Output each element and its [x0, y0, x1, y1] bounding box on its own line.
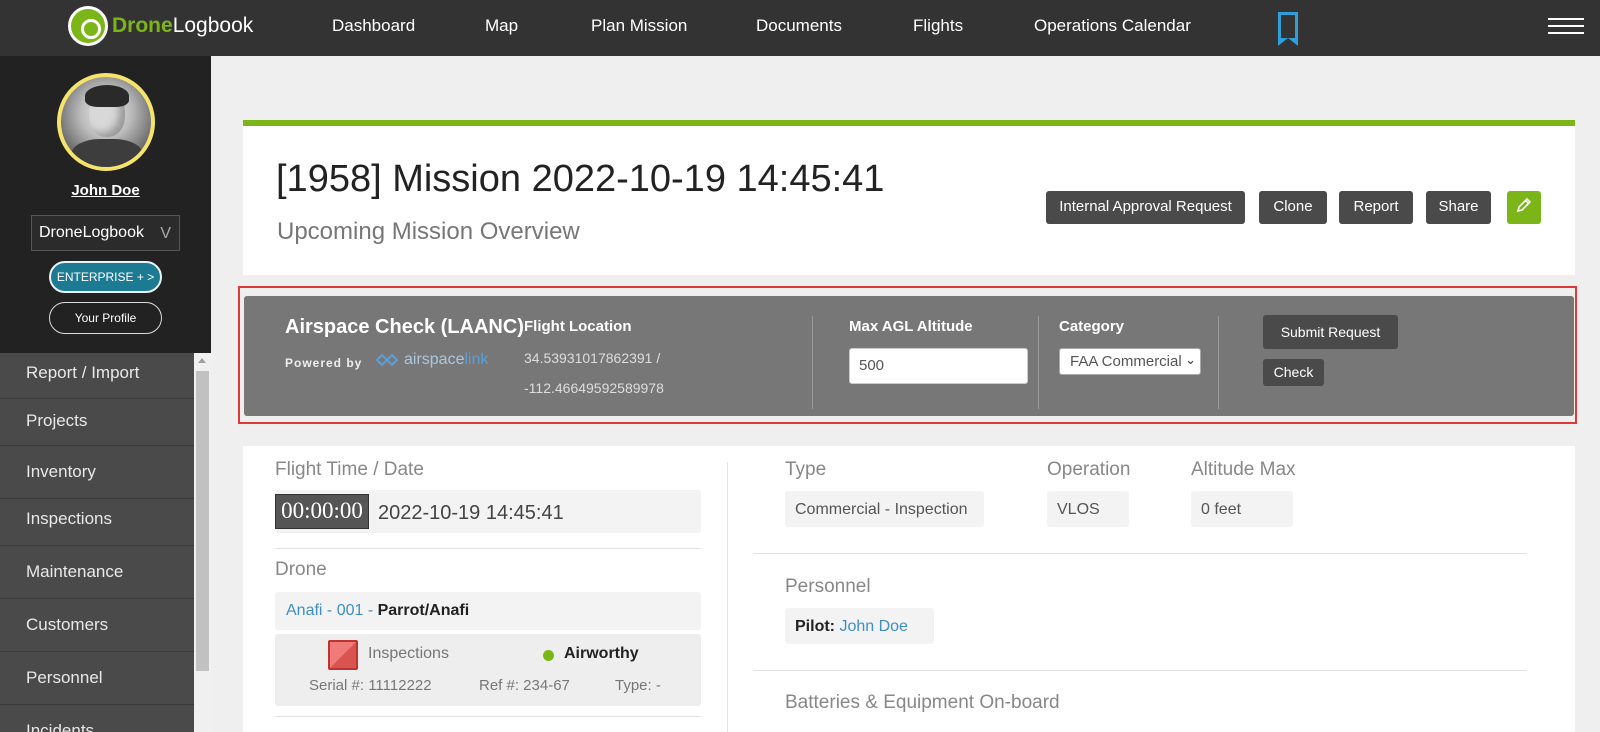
divider	[753, 670, 1527, 671]
operation-label: Operation	[1047, 459, 1131, 480]
mission-details-card: Flight Time / Date 00:00:00 2022-10-19 1…	[243, 446, 1575, 732]
pencil-icon	[1516, 197, 1532, 213]
inspections-icon[interactable]	[328, 640, 358, 670]
divider	[275, 716, 701, 717]
drone-row: Anafi - 001 - Parrot/Anafi	[275, 592, 701, 630]
airspacelink-wordmark: airspacelink	[404, 351, 489, 368]
mission-header-card: [1958] Mission 2022-10-19 14:45:41 Upcom…	[243, 120, 1575, 275]
altitude-max-label: Altitude Max	[1191, 459, 1296, 480]
airspacelink-logo-icon	[375, 353, 399, 367]
hamburger-icon[interactable]	[1548, 18, 1584, 36]
pilot-chip: Pilot: John Doe	[785, 608, 934, 644]
bookmark-icon[interactable]	[1278, 12, 1298, 46]
category-select[interactable]: FAA Commercial ⌄	[1059, 348, 1201, 375]
drone-type: Type: -	[615, 677, 661, 694]
sidebar-item-projects[interactable]: Projects	[0, 399, 194, 446]
pilot-label: Pilot:	[795, 618, 835, 635]
altitude-max-value: 0 feet	[1191, 491, 1293, 527]
sidebar-item-maintenance[interactable]: Maintenance	[0, 546, 194, 599]
chevron-down-icon: V	[160, 225, 171, 242]
avatar[interactable]	[57, 73, 155, 171]
sidebar-item-report-import[interactable]: Report / Import	[0, 353, 194, 399]
enterprise-button[interactable]: ENTERPRISE + >	[49, 261, 162, 293]
sidebar-item-inspections[interactable]: Inspections	[0, 499, 194, 546]
top-navbar: DroneLogbook Dashboard Map Plan Mission …	[0, 0, 1600, 56]
organization-select[interactable]: DroneLogbook V	[31, 215, 180, 251]
category-select-value: FAA Commercial	[1070, 353, 1182, 370]
type-label: Type	[785, 459, 827, 480]
divider	[1218, 316, 1219, 409]
category-label: Category	[1059, 318, 1125, 335]
airspace-check-title: Airspace Check (LAANC)	[285, 316, 524, 338]
sidebar-menu: Report / Import Projects Inventory Inspe…	[0, 353, 194, 732]
airworthy-status: Airworthy	[564, 645, 639, 662]
organization-select-value: DroneLogbook	[39, 224, 144, 241]
nav-documents[interactable]: Documents	[756, 16, 842, 36]
nav-dashboard[interactable]: Dashboard	[332, 16, 415, 36]
reference-number: Ref #: 234-67	[479, 677, 570, 694]
operation-value: VLOS	[1047, 491, 1129, 527]
user-name-link[interactable]: John Doe	[0, 182, 211, 199]
share-button[interactable]: Share	[1426, 191, 1491, 224]
scrollbar-thumb[interactable]	[196, 371, 209, 671]
divider	[1038, 316, 1039, 409]
airspace-check-panel: Airspace Check (LAANC) Powered by airspa…	[244, 296, 1574, 416]
flight-time-label: Flight Time / Date	[275, 459, 424, 480]
max-agl-label: Max AGL Altitude	[849, 318, 973, 335]
type-value: Commercial - Inspection	[785, 491, 984, 527]
flight-timer: 00:00:00	[275, 494, 369, 529]
sidebar-item-incidents[interactable]: Incidents	[0, 705, 194, 732]
flight-location-lat: 34.53931017862391 /	[524, 350, 661, 366]
scroll-up-icon[interactable]	[198, 358, 206, 363]
flight-location-lng: -112.46649592589978	[524, 380, 664, 396]
divider	[812, 316, 813, 409]
nav-flights[interactable]: Flights	[913, 16, 963, 36]
drone-logo-icon	[68, 6, 108, 46]
sidebar-item-inventory[interactable]: Inventory	[0, 446, 194, 499]
logo-brand: Drone	[112, 14, 173, 37]
clone-button[interactable]: Clone	[1259, 191, 1327, 224]
page-title: [1958] Mission 2022-10-19 14:45:41	[276, 158, 885, 200]
report-button[interactable]: Report	[1339, 191, 1413, 224]
page-subtitle: Upcoming Mission Overview	[277, 218, 580, 245]
internal-approval-button[interactable]: Internal Approval Request	[1046, 191, 1245, 224]
sidebar-item-customers[interactable]: Customers	[0, 599, 194, 652]
flight-date: 2022-10-19 14:45:41	[378, 502, 564, 524]
drone-model: Parrot/Anafi	[377, 602, 470, 619]
logo-rest: Logbook	[172, 14, 254, 37]
submit-request-button[interactable]: Submit Request	[1263, 315, 1398, 349]
powered-by-label: Powered by	[285, 356, 363, 370]
drone-link[interactable]: Anafi - 001 -	[286, 602, 373, 619]
app-logo[interactable]: DroneLogbook	[68, 6, 253, 46]
nav-map[interactable]: Map	[485, 16, 518, 36]
max-agl-input[interactable]: 500	[849, 348, 1028, 384]
nav-plan-mission[interactable]: Plan Mission	[591, 16, 687, 36]
chevron-down-icon: ⌄	[1183, 352, 1196, 368]
batteries-equipment-label: Batteries & Equipment On-board	[785, 692, 1060, 713]
pilot-name-link[interactable]: John Doe	[839, 618, 908, 635]
airworthy-status-icon	[543, 650, 554, 661]
sidebar-scrollbar[interactable]	[194, 353, 211, 732]
flight-location-label: Flight Location	[524, 318, 632, 335]
nav-operations-calendar[interactable]: Operations Calendar	[1034, 16, 1191, 36]
check-button[interactable]: Check	[1263, 359, 1324, 386]
divider	[753, 553, 1527, 554]
edit-button[interactable]	[1507, 191, 1541, 224]
inspections-label[interactable]: Inspections	[368, 645, 449, 663]
divider	[275, 548, 701, 549]
sidebar-item-personnel[interactable]: Personnel	[0, 652, 194, 705]
drone-status-panel: Inspections Airworthy Serial #: 11112222…	[275, 634, 701, 706]
divider	[727, 462, 728, 732]
personnel-label: Personnel	[785, 576, 871, 597]
serial-number: Serial #: 11112222	[309, 677, 432, 694]
drone-label: Drone	[275, 559, 327, 580]
your-profile-button[interactable]: Your Profile	[49, 302, 162, 334]
